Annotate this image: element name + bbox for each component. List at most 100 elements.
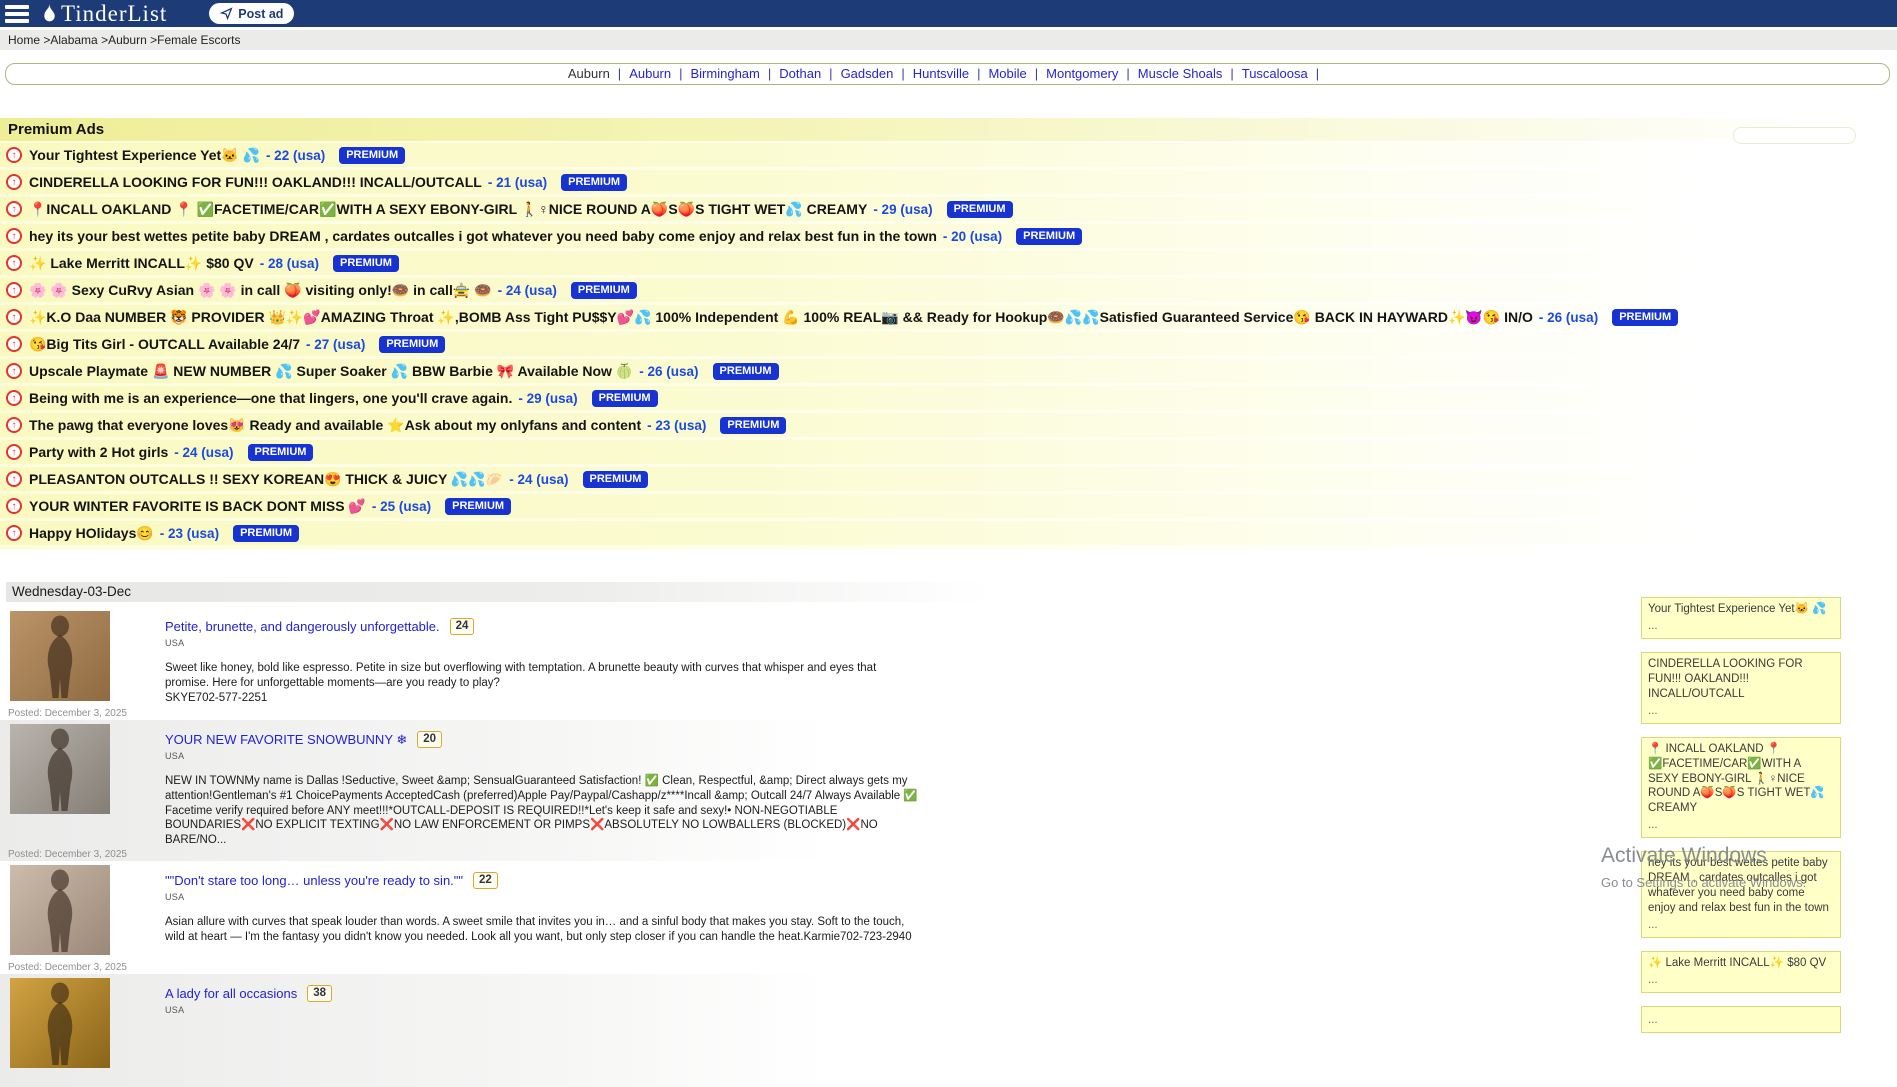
up-arrow-icon: ↑ bbox=[6, 498, 22, 514]
sidebar-ad-title: Your Tightest Experience Yet🐱 💦 bbox=[1648, 602, 1834, 617]
premium-badge: PREMIUM bbox=[561, 174, 627, 191]
premium-badge: PREMIUM bbox=[720, 417, 786, 434]
premium-ad-title[interactable]: The pawg that everyone loves😻 Ready and … bbox=[29, 417, 641, 434]
age-badge: 22 bbox=[473, 872, 498, 889]
premium-ad-row[interactable]: ↑📍INCALL OAKLAND 📍 ✅FACETIME/CAR✅WITH A … bbox=[0, 197, 1885, 221]
listing-title-link[interactable]: ""Don't stare too long… unless you're re… bbox=[165, 873, 463, 888]
premium-ad-row[interactable]: ↑CINDERELLA LOOKING FOR FUN!!! OAKLAND!!… bbox=[0, 170, 1885, 194]
premium-ad-title[interactable]: Being with me is an experience—one that … bbox=[29, 390, 512, 406]
top-bar: TinderList Post ad bbox=[0, 0, 1897, 27]
breadcrumb-item[interactable]: Auburn bbox=[108, 33, 147, 47]
premium-badge: PREMIUM bbox=[1612, 309, 1678, 326]
premium-ad-row[interactable]: ↑Being with me is an experience—one that… bbox=[0, 386, 1885, 410]
listing-country: USA bbox=[165, 751, 920, 761]
city-separator: | bbox=[618, 66, 621, 81]
premium-ad-row[interactable]: ↑✨K.O Daa NUMBER 🐯 PROVIDER 👑✨💕AMAZING T… bbox=[0, 305, 1885, 329]
premium-ad-title[interactable]: Happy HOlidays😊 bbox=[29, 525, 154, 542]
premium-ad-title[interactable]: Upscale Playmate 🚨 NEW NUMBER 💦 Super So… bbox=[29, 363, 633, 380]
premium-ad-title[interactable]: ✨ Lake Merritt INCALL✨ $80 QV bbox=[29, 255, 254, 272]
premium-ad-row[interactable]: ↑Happy HOlidays😊 - 23 (usa)PREMIUM bbox=[0, 521, 1885, 545]
listing-body: ""Don't stare too long… unless you're re… bbox=[165, 864, 920, 945]
listing-thumbnail[interactable] bbox=[10, 724, 110, 814]
premium-ad-title[interactable]: PLEASANTON OUTCALLS !! SEXY KOREAN😍 THIC… bbox=[29, 471, 503, 488]
breadcrumb-separator: > bbox=[40, 33, 50, 47]
breadcrumb-item[interactable]: Home bbox=[8, 33, 40, 47]
premium-ad-row[interactable]: ↑🌸 🌸 Sexy CuRvy Asian 🌸 🌸 in call 🍑 visi… bbox=[0, 278, 1885, 302]
city-link[interactable]: Montgomery bbox=[1046, 66, 1118, 81]
premium-ad-title[interactable]: Your Tightest Experience Yet🐱 💦 bbox=[29, 147, 260, 164]
city-link[interactable]: Tuscaloosa bbox=[1242, 66, 1308, 81]
sidebar-ad-card[interactable]: 📍 INCALL OAKLAND 📍 ✅FACETIME/CAR✅WITH A … bbox=[1641, 737, 1841, 839]
premium-ad-row[interactable]: ↑The pawg that everyone loves😻 Ready and… bbox=[0, 413, 1885, 437]
premium-ad-row[interactable]: ↑ YOUR WINTER FAVORITE IS BACK DONT MISS … bbox=[0, 494, 1885, 518]
premium-ad-row[interactable]: ↑✨ Lake Merritt INCALL✨ $80 QV - 28 (usa… bbox=[0, 251, 1885, 275]
premium-ad-age-location: - 23 (usa) bbox=[647, 418, 706, 433]
city-separator: | bbox=[977, 66, 980, 81]
city-nav-box: Auburn|Auburn|Birmingham|Dothan|Gadsden|… bbox=[5, 63, 1890, 85]
premium-badge: PREMIUM bbox=[713, 363, 779, 380]
premium-ad-age-location: - 20 (usa) bbox=[943, 229, 1002, 244]
premium-ad-title[interactable]: ✨K.O Daa NUMBER 🐯 PROVIDER 👑✨💕AMAZING Th… bbox=[29, 309, 1533, 326]
breadcrumb-item[interactable]: Female Escorts bbox=[157, 33, 240, 47]
premium-ad-age-location: - 22 (usa) bbox=[266, 148, 325, 163]
premium-ad-row[interactable]: ↑Your Tightest Experience Yet🐱 💦 - 22 (u… bbox=[0, 143, 1885, 167]
posted-date: Posted: December 3, 2025 bbox=[8, 962, 127, 973]
city-separator: | bbox=[1316, 66, 1319, 81]
premium-ad-title[interactable]: YOUR WINTER FAVORITE IS BACK DONT MISS 💕 bbox=[29, 498, 366, 515]
city-link[interactable]: Birmingham bbox=[691, 66, 760, 81]
listing-description: Asian allure with curves that speak loud… bbox=[165, 915, 920, 944]
premium-ad-age-location: - 27 (usa) bbox=[306, 337, 365, 352]
listing-title-row: Petite, brunette, and dangerously unforg… bbox=[165, 618, 920, 635]
listing-country: USA bbox=[165, 892, 920, 902]
premium-ad-title[interactable]: hey its your best wettes petite baby DRE… bbox=[29, 228, 937, 244]
post-ad-button[interactable]: Post ad bbox=[209, 3, 294, 24]
listing-thumbnail[interactable] bbox=[10, 611, 110, 701]
city-link[interactable]: Mobile bbox=[988, 66, 1026, 81]
premium-badge: PREMIUM bbox=[248, 444, 314, 461]
posted-date: Posted: December 3, 2025 bbox=[8, 708, 127, 719]
listing-title-link[interactable]: YOUR NEW FAVORITE SNOWBUNNY ❄ bbox=[165, 732, 407, 748]
windows-activation-watermark: Activate Windows Go to Settings to activ… bbox=[1601, 844, 1806, 890]
sidebar-ad-card[interactable]: ✨ Lake Merritt INCALL✨ $80 QV... bbox=[1641, 951, 1841, 993]
breadcrumb-item[interactable]: Alabama bbox=[50, 33, 97, 47]
age-badge: 38 bbox=[307, 985, 332, 1002]
listing-row: ""Don't stare too long… unless you're re… bbox=[0, 861, 920, 974]
premium-ad-title[interactable]: 🌸 🌸 Sexy CuRvy Asian 🌸 🌸 in call 🍑 visit… bbox=[29, 282, 492, 299]
up-arrow-icon: ↑ bbox=[6, 471, 22, 487]
sidebar-ad-card[interactable]: CINDERELLA LOOKING FOR FUN!!! OAKLAND!!!… bbox=[1641, 652, 1841, 724]
city-link[interactable]: Huntsville bbox=[913, 66, 969, 81]
listing-body: A lady for all occasions38USA bbox=[165, 977, 920, 1015]
breadcrumb-separator: > bbox=[98, 33, 108, 47]
sidebar-ad-card[interactable]: ... bbox=[1641, 1006, 1841, 1033]
premium-ad-title[interactable]: 📍INCALL OAKLAND 📍 ✅FACETIME/CAR✅WITH A S… bbox=[29, 201, 867, 218]
premium-ad-row[interactable]: ↑😘Big Tits Girl - OUTCALL Available 24/7… bbox=[0, 332, 1885, 356]
premium-badge: PREMIUM bbox=[571, 282, 637, 299]
premium-ad-title[interactable]: 😘Big Tits Girl - OUTCALL Available 24/7 bbox=[29, 336, 300, 353]
premium-ad-row[interactable]: ↑ PLEASANTON OUTCALLS !! SEXY KOREAN😍 THI… bbox=[0, 467, 1885, 491]
sidebar-ad-more: ... bbox=[1648, 918, 1834, 933]
page: { "header": { "brand": "TinderList", "po… bbox=[0, 0, 1897, 932]
city-link[interactable]: Auburn bbox=[629, 66, 671, 81]
listing-title-link[interactable]: Petite, brunette, and dangerously unforg… bbox=[165, 619, 440, 634]
sidebar-ad-title: CINDERELLA LOOKING FOR FUN!!! OAKLAND!!!… bbox=[1648, 657, 1834, 702]
premium-badge: PREMIUM bbox=[333, 255, 399, 272]
city-link[interactable]: Muscle Shoals bbox=[1138, 66, 1223, 81]
listing-country: USA bbox=[165, 638, 920, 648]
city-link[interactable]: Dothan bbox=[779, 66, 821, 81]
premium-ad-row[interactable]: ↑Upscale Playmate 🚨 NEW NUMBER 💦 Super S… bbox=[0, 359, 1885, 383]
premium-ad-row[interactable]: ↑Party with 2 Hot girls - 24 (usa)PREMIU… bbox=[0, 440, 1885, 464]
up-arrow-icon: ↑ bbox=[6, 228, 22, 244]
listing-thumbnail[interactable] bbox=[10, 978, 110, 1068]
hamburger-menu-icon[interactable] bbox=[5, 2, 31, 26]
premium-badge: PREMIUM bbox=[583, 471, 649, 488]
brand-logo[interactable]: TinderList bbox=[41, 1, 167, 27]
premium-ad-title[interactable]: CINDERELLA LOOKING FOR FUN!!! OAKLAND!!!… bbox=[29, 174, 482, 190]
premium-ad-row[interactable]: ↑ hey its your best wettes petite baby DR… bbox=[0, 224, 1885, 248]
city-link[interactable]: Gadsden bbox=[841, 66, 894, 81]
listing-thumbnail[interactable] bbox=[10, 865, 110, 955]
sidebar-ad-card[interactable]: Your Tightest Experience Yet🐱 💦... bbox=[1641, 597, 1841, 639]
premium-badge: PREMIUM bbox=[1016, 228, 1082, 245]
sidebar-ad-more: ... bbox=[1648, 619, 1834, 634]
listing-title-link[interactable]: A lady for all occasions bbox=[165, 986, 297, 1001]
premium-ad-title[interactable]: Party with 2 Hot girls bbox=[29, 444, 168, 460]
